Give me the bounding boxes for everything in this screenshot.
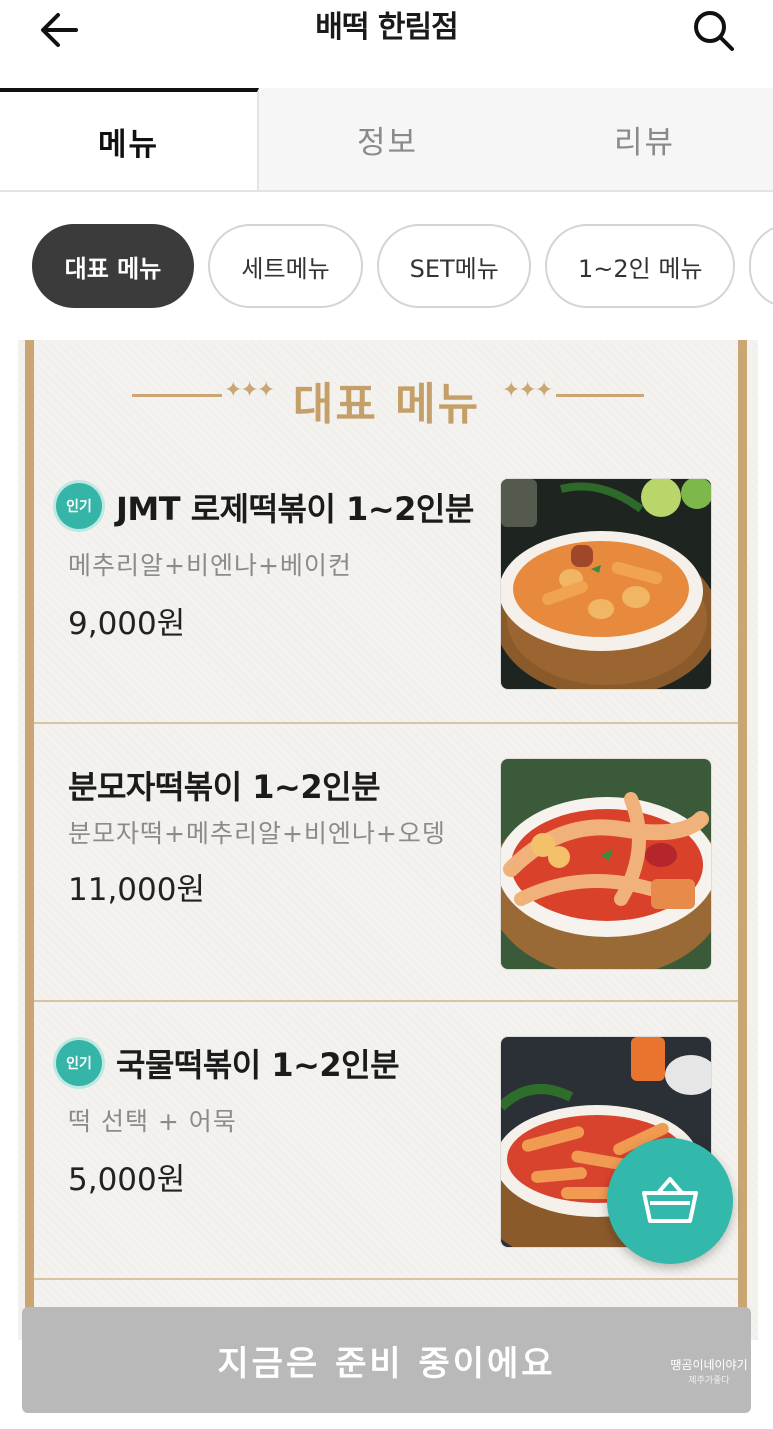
tab-reviews[interactable]: 리뷰 <box>516 88 773 190</box>
menu-item-name: 분모자떡볶이 1~2인분 <box>68 768 381 806</box>
shopping-basket-icon <box>642 1177 698 1223</box>
menu-item[interactable]: 인기 JMT 로제떡볶이 1~2인분 메추리알+비엔나+베이컨 9,000원 <box>34 446 738 724</box>
menu-item-price: 9,000원 <box>68 606 186 642</box>
divider-right <box>556 394 644 397</box>
menu-item-photo <box>500 478 712 690</box>
menu-item[interactable]: 분모자떡볶이 1~2인분 분모자떡+메추리알+비엔나+오뎅 11,000원 <box>34 724 738 1002</box>
chip-set-menu[interactable]: 세트메뉴 <box>208 224 364 308</box>
board-rail-right <box>738 340 747 1340</box>
watermark-line2: 제주가좋다 <box>688 1376 730 1386</box>
chip-signature-menu[interactable]: 대표 메뉴 <box>32 224 194 308</box>
category-chips: 대표 메뉴 세트메뉴 SET메뉴 1~2인 메뉴 3 <box>32 224 773 310</box>
tab-menu[interactable]: 메뉴 <box>0 88 259 190</box>
menu-item-price: 5,000원 <box>68 1162 186 1198</box>
app-header: 배떡 한림점 <box>0 0 773 62</box>
menu-item-photo <box>500 758 712 970</box>
watermark: 땡곰이네이야기 제주가좋다 <box>668 1356 750 1400</box>
search-button[interactable] <box>688 6 740 54</box>
section-header: ✦✦✦ 대표 메뉴 ✦✦✦ <box>0 360 773 430</box>
menu-item-desc: 떡 선택 + 어묵 <box>68 1107 237 1136</box>
order-status-bar[interactable]: 지금은 준비 중이에요 <box>22 1307 751 1413</box>
menu-item-price: 11,000원 <box>68 872 205 908</box>
menu-item-name: 국물떡볶이 1~2인분 <box>116 1046 400 1084</box>
chip-set-menu-en[interactable]: SET메뉴 <box>377 224 532 308</box>
popular-badge: 인기 <box>56 483 102 529</box>
menu-item-desc: 메추리알+비엔나+베이컨 <box>68 551 352 580</box>
tab-bar: 메뉴 정보 리뷰 <box>0 88 773 192</box>
board-rail-left <box>25 340 34 1340</box>
popular-badge: 인기 <box>56 1040 102 1086</box>
cart-button[interactable] <box>607 1138 733 1264</box>
search-icon <box>694 11 734 51</box>
chip-1-2-person-menu[interactable]: 1~2인 메뉴 <box>545 224 736 308</box>
chip-more-menu[interactable]: 3 <box>749 224 773 308</box>
watermark-line1: 땡곰이네이야기 <box>670 1358 748 1372</box>
menu-item-name: JMT 로제떡볶이 1~2인분 <box>116 490 474 528</box>
section-title: 대표 메뉴 <box>292 379 481 430</box>
page-title: 배떡 한림점 <box>315 10 458 45</box>
ornament-right: ✦✦✦ <box>502 378 553 403</box>
tab-info[interactable]: 정보 <box>259 88 516 190</box>
menu-item-desc: 분모자떡+메추리알+비엔나+오뎅 <box>68 819 446 848</box>
